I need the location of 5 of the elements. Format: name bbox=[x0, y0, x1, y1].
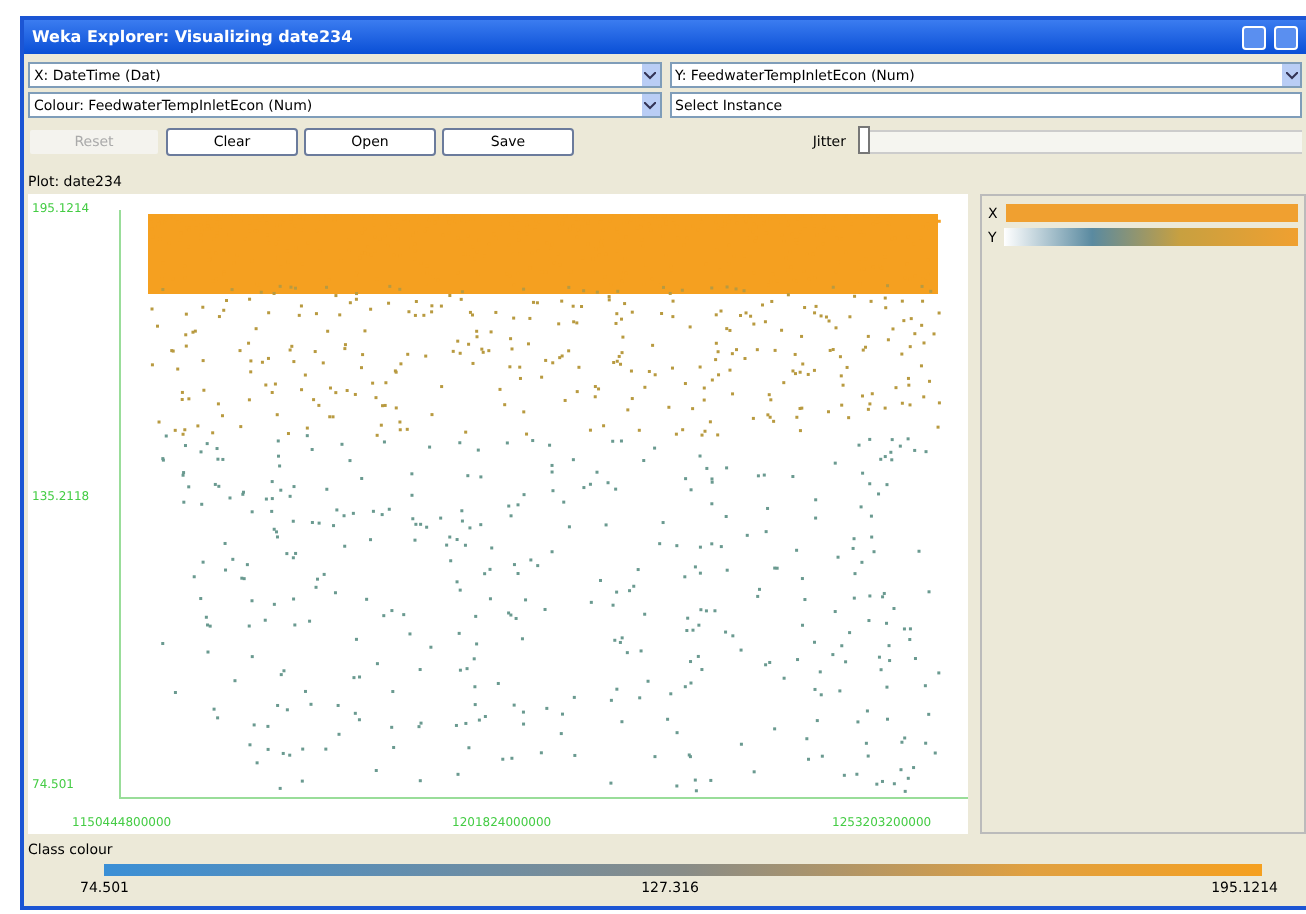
restore-button[interactable] bbox=[1274, 25, 1298, 49]
window-title: Weka Explorer: Visualizing date234 bbox=[32, 28, 355, 46]
maximize-button[interactable] bbox=[1242, 25, 1266, 49]
attribute-strip[interactable] bbox=[1004, 228, 1298, 246]
jitter-slider-thumb[interactable] bbox=[858, 126, 870, 154]
